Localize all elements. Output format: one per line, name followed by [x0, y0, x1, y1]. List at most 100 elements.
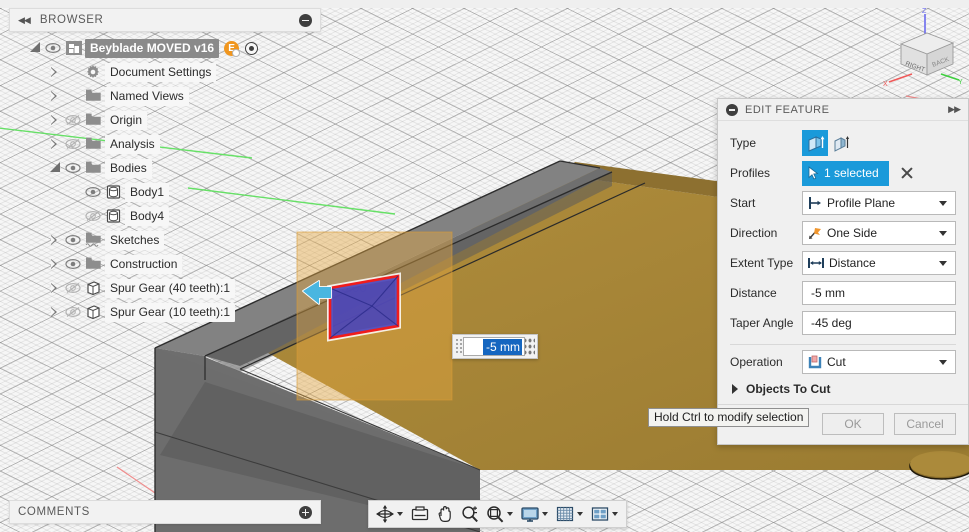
start-label: Start — [730, 196, 756, 210]
canvas-distance-input[interactable]: -5 mm — [463, 337, 525, 356]
tree-node[interactable]: Analysis — [9, 132, 321, 156]
tree-node-label: Beyblade MOVED v16 — [85, 38, 220, 58]
tree-node[interactable]: Spur Gear (10 teeth):1 — [9, 300, 321, 324]
look-at-icon[interactable] — [408, 502, 432, 526]
extent-type-value: Distance — [829, 256, 876, 270]
zoom-magnifier-icon[interactable] — [458, 502, 482, 526]
display-settings-icon[interactable] — [518, 502, 552, 526]
add-comment-icon[interactable] — [299, 505, 312, 519]
twisty-collapsed-icon[interactable] — [47, 300, 63, 324]
comments-panel[interactable]: COMMENTS — [9, 500, 321, 524]
pan-hand-icon[interactable] — [433, 502, 457, 526]
chevron-down-icon[interactable] — [939, 230, 947, 236]
twisty-collapsed-icon[interactable] — [47, 252, 63, 276]
tree-node[interactable]: Origin — [9, 108, 321, 132]
eye-hidden-icon[interactable] — [63, 132, 83, 156]
direction-dropdown[interactable]: One Side — [802, 221, 956, 245]
profile-extrude-icon[interactable] — [802, 130, 828, 156]
chevron-down-icon[interactable] — [939, 359, 947, 365]
selected-profile[interactable] — [328, 274, 400, 340]
sketches-folder-icon — [83, 228, 105, 252]
canvas-value-editor[interactable]: -5 mm — [452, 334, 538, 359]
eye-visible-icon[interactable] — [63, 156, 83, 180]
objects-to-cut-label: Objects To Cut — [746, 382, 831, 396]
tree-node[interactable]: Document Settings — [9, 60, 321, 84]
eye-visible-icon[interactable] — [83, 180, 103, 204]
dialog-divider — [730, 344, 956, 345]
twisty-collapsed-icon[interactable] — [47, 228, 63, 252]
chevron-down-icon[interactable] — [612, 512, 618, 516]
tree-node-label: Named Views — [105, 86, 189, 106]
twisty-collapsed-icon[interactable] — [47, 108, 63, 132]
value-options-icon[interactable] — [525, 337, 535, 356]
folder-icon — [83, 252, 105, 276]
clear-selection-x-icon[interactable] — [899, 165, 915, 181]
viewports-icon[interactable] — [588, 502, 622, 526]
twisty-expanded-icon[interactable] — [47, 156, 63, 180]
thin-extrude-icon[interactable] — [828, 130, 854, 156]
profile-plane-icon — [809, 197, 821, 209]
triangle-right-icon[interactable] — [732, 384, 738, 394]
twisty-collapsed-icon[interactable] — [47, 84, 63, 108]
twisty-expanded-icon[interactable] — [27, 36, 43, 60]
tree-node[interactable]: Beyblade MOVED v16 E — [9, 36, 321, 60]
twisty-collapsed-icon[interactable] — [47, 60, 63, 84]
browser-tree[interactable]: Beyblade MOVED v16 E Document Settings Name… — [9, 32, 321, 324]
cut-operation-icon — [808, 355, 822, 369]
extent-type-label: Extent Type — [730, 256, 794, 270]
tree-node[interactable]: Body1 — [9, 180, 321, 204]
chevron-down-icon[interactable] — [939, 200, 947, 206]
body-icon — [103, 180, 125, 204]
twisty-collapsed-icon[interactable] — [47, 132, 63, 156]
tree-node[interactable]: Named Views — [9, 84, 321, 108]
row-taper-angle: Taper Angle -45 deg — [718, 308, 968, 338]
chevron-down-icon[interactable] — [397, 512, 403, 516]
tree-node-label: Analysis — [105, 134, 160, 154]
fit-magnifier-icon[interactable] — [483, 502, 517, 526]
profiles-selection-button[interactable]: 1 selected — [802, 160, 889, 186]
operation-label: Operation — [730, 355, 783, 369]
chevron-down-icon[interactable] — [507, 512, 513, 516]
double-chevron-left-icon[interactable]: ◀◀ — [18, 15, 31, 25]
minimize-circle-icon[interactable] — [299, 13, 312, 27]
tree-node[interactable]: Bodies — [9, 156, 321, 180]
eye-visible-icon[interactable] — [63, 228, 83, 252]
start-dropdown[interactable]: Profile Plane — [802, 191, 956, 215]
extent-type-dropdown[interactable]: Distance — [802, 251, 956, 275]
minimize-circle-icon[interactable] — [726, 103, 738, 116]
eye-hidden-icon[interactable] — [63, 300, 83, 324]
operation-dropdown[interactable]: Cut — [802, 350, 956, 374]
grid-snaps-icon[interactable] — [553, 502, 587, 526]
eye-visible-icon[interactable] — [43, 36, 63, 60]
eye-spacer — [63, 84, 83, 108]
drag-grip-icon[interactable] — [455, 338, 463, 355]
chevron-down-icon[interactable] — [577, 512, 583, 516]
tree-node[interactable]: Construction — [9, 252, 321, 276]
eye-spacer — [63, 60, 83, 84]
tree-node[interactable]: Body4 — [9, 204, 321, 228]
objects-to-cut-section[interactable]: Objects To Cut — [718, 377, 968, 404]
chevron-down-icon[interactable] — [542, 512, 548, 516]
ok-button[interactable]: OK — [822, 413, 884, 435]
twisty-collapsed-icon[interactable] — [47, 276, 63, 300]
viewcube-axis-y-label: Y — [958, 79, 963, 86]
tree-node-label: Construction — [105, 254, 183, 274]
taper-angle-value: -45 deg — [811, 316, 852, 330]
distance-input[interactable]: -5 mm — [802, 281, 956, 305]
view-cube[interactable]: X Y Z RIGHT BACK — [879, 2, 965, 94]
cancel-button[interactable]: Cancel — [894, 413, 956, 435]
double-chevron-right-icon[interactable]: ▶▶ — [948, 105, 961, 114]
tree-node[interactable]: Spur Gear (40 teeth):1 — [9, 276, 321, 300]
activate-component-radio[interactable] — [245, 41, 259, 55]
eye-hidden-icon[interactable] — [63, 108, 83, 132]
orbit-icon[interactable] — [373, 502, 407, 526]
chevron-down-icon[interactable] — [939, 260, 947, 266]
eye-visible-icon[interactable] — [63, 252, 83, 276]
edit-in-place-badge[interactable]: E — [224, 40, 241, 57]
tree-node[interactable]: Sketches — [9, 228, 321, 252]
taper-angle-input[interactable]: -45 deg — [802, 311, 956, 335]
start-value: Profile Plane — [827, 196, 896, 210]
eye-hidden-icon[interactable] — [63, 276, 83, 300]
eye-hidden-icon[interactable] — [83, 204, 103, 228]
